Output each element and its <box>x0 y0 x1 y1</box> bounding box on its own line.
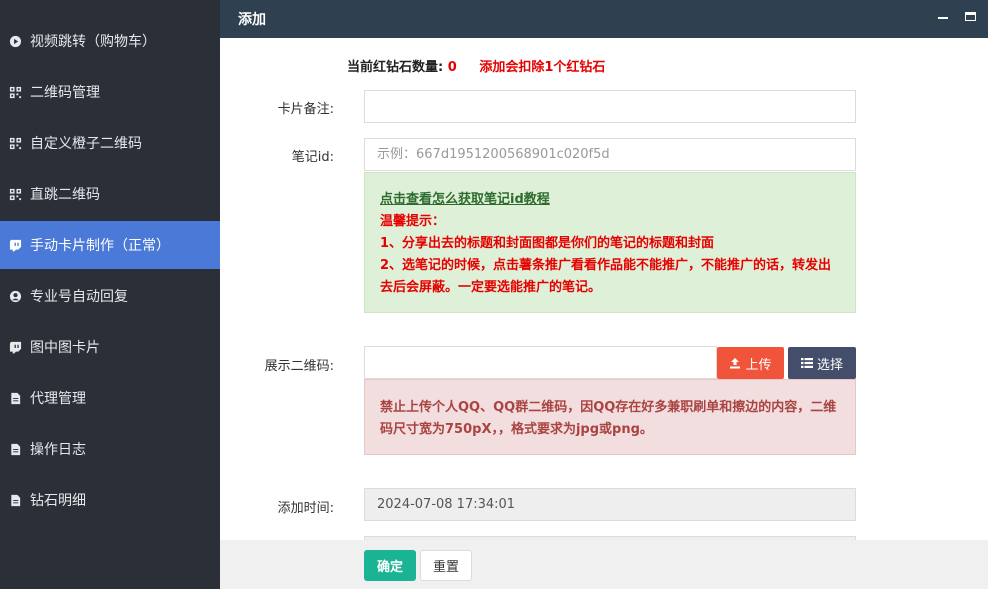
twitch-icon <box>8 340 22 354</box>
tip-title: 温馨提示： <box>380 214 446 229</box>
card-note-label: 卡片备注: <box>277 102 334 117</box>
note-id-field[interactable] <box>364 138 856 171</box>
sidebar-item-auto-reply[interactable]: 专业号自动回复 <box>0 272 220 320</box>
qrcode-icon <box>8 85 22 99</box>
user-circle-icon <box>8 289 22 303</box>
note-id-label: 笔记id: <box>291 150 334 165</box>
qrcode-icon <box>8 136 22 150</box>
add-dialog: 添加 当前红钻石数量: 0 添加会扣除1个红钻石 卡片备注: 笔记id: 点击查… <box>220 0 988 589</box>
upload-button[interactable]: 上传 <box>717 347 784 379</box>
confirm-button[interactable]: 确定 <box>364 550 416 581</box>
qrcode-icon <box>8 187 22 201</box>
tip-line-1: 1、分享出去的标题和封面图都是你们的笔记的标题和封面 <box>380 236 715 251</box>
sidebar-item-label: 手动卡片制作（正常） <box>30 238 170 254</box>
sidebar-item-label: 图中图卡片 <box>30 340 100 356</box>
sidebar-item-video-redirect[interactable]: 视频跳转（购物车） <box>0 17 220 65</box>
sidebar-item-label: 操作日志 <box>30 442 86 458</box>
diamond-count: 0 <box>447 60 457 75</box>
sidebar-item-operation-log[interactable]: 操作日志 <box>0 425 220 473</box>
sidebar-item-custom-orange-qrcode[interactable]: 自定义橙子二维码 <box>0 119 220 167</box>
play-circle-icon <box>8 34 22 48</box>
sidebar-item-label: 直跳二维码 <box>30 187 100 203</box>
file-icon <box>8 442 22 456</box>
twitch-icon <box>8 238 22 252</box>
dialog-header: 添加 <box>220 0 988 38</box>
maximize-icon[interactable] <box>965 12 976 21</box>
tip-line-2: 2、选笔记的时候，点击薯条推广看看作品能不能推广，不能推广的话，转发出去后会屏蔽… <box>380 258 832 295</box>
sidebar: 视频跳转（购物车） 二维码管理 自定义橙子二维码 直跳二维码 手动卡片制作（正常… <box>0 0 220 589</box>
sidebar-item-label: 二维码管理 <box>30 85 100 101</box>
diamond-count-label: 当前红钻石数量: <box>347 60 444 75</box>
sidebar-item-qrcode-manage[interactable]: 二维码管理 <box>0 68 220 116</box>
deduct-warning: 添加会扣除1个红钻石 <box>479 60 606 75</box>
sidebar-item-label: 视频跳转（购物车） <box>30 34 156 50</box>
sidebar-item-label: 自定义橙子二维码 <box>30 136 142 152</box>
sidebar-item-label: 专业号自动回复 <box>30 289 128 305</box>
sidebar-item-agent-manage[interactable]: 代理管理 <box>0 374 220 422</box>
list-icon <box>800 358 813 368</box>
qr-input[interactable] <box>364 346 717 379</box>
dialog-footer <box>220 540 988 589</box>
diamond-info: 当前红钻石数量: 0 添加会扣除1个红钻石 <box>347 56 605 75</box>
choose-button[interactable]: 选择 <box>788 347 856 379</box>
note-id-input[interactable] <box>377 139 843 170</box>
sidebar-item-label: 代理管理 <box>30 391 86 407</box>
reset-button[interactable]: 重置 <box>420 550 472 581</box>
card-note-field[interactable] <box>364 90 856 123</box>
add-time-label: 添加时间: <box>277 501 334 516</box>
file-icon <box>8 391 22 405</box>
tip-box-success: 点击查看怎么获取笔记id教程 温馨提示： 1、分享出去的标题和封面图都是你们的笔… <box>364 172 856 313</box>
upload-icon <box>730 358 741 369</box>
sidebar-item-manual-card[interactable]: 手动卡片制作（正常） <box>0 221 220 269</box>
sidebar-item-diamond-detail[interactable]: 钻石明细 <box>0 476 220 524</box>
tutorial-link[interactable]: 点击查看怎么获取笔记id教程 <box>380 192 550 207</box>
add-time-field: 2024-07-08 17:34:01 <box>364 488 856 521</box>
sidebar-item-direct-qrcode[interactable]: 直跳二维码 <box>0 170 220 218</box>
tip-box-danger: 禁止上传个人QQ、QQ群二维码，因QQ存在好多兼职刷单和擦边的内容，二维码尺寸宽… <box>364 379 856 455</box>
choose-label: 选择 <box>816 357 843 373</box>
sidebar-item-label: 钻石明细 <box>30 493 86 509</box>
file-icon <box>8 493 22 507</box>
dialog-title: 添加 <box>238 12 266 28</box>
sidebar-item-pip-card[interactable]: 图中图卡片 <box>0 323 220 371</box>
upload-label: 上传 <box>745 357 772 373</box>
card-note-input[interactable] <box>377 91 843 122</box>
qr-label: 展示二维码: <box>264 359 334 374</box>
minimize-icon[interactable] <box>938 17 948 19</box>
